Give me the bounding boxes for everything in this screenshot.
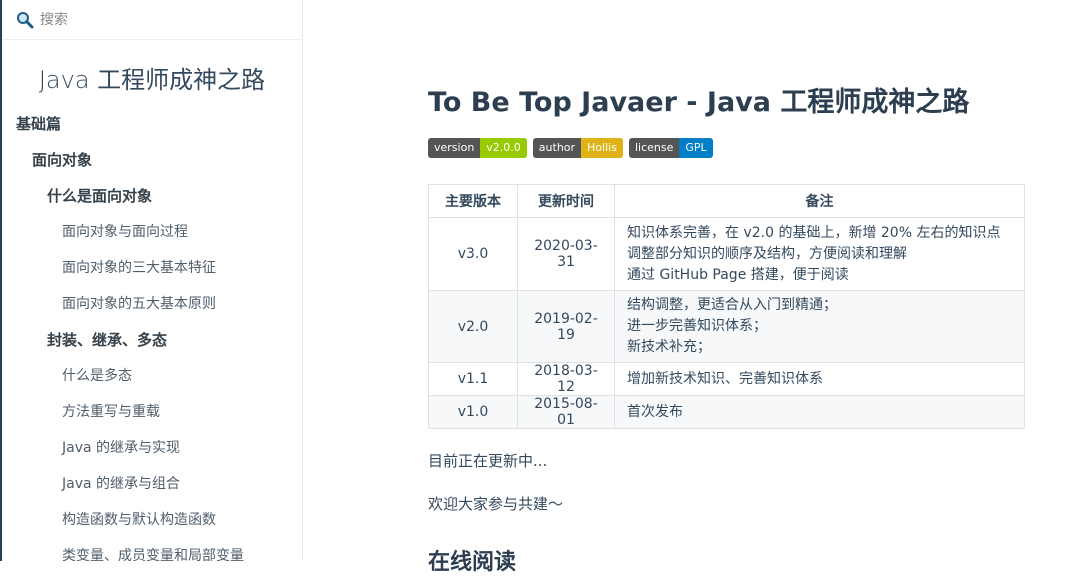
note-line: 结构调整，更适合从入门到精通； <box>627 297 837 313</box>
sidebar-item[interactable]: 什么是面向对象 <box>2 178 302 214</box>
invite-paragraph: 欢迎大家参与共建～ <box>428 495 564 513</box>
version-cell: v3.0 <box>428 217 518 291</box>
license-badge: license GPL <box>628 138 713 158</box>
note-line: 调整部分知识的顺序及结构，方便阅读和理解 <box>627 245 907 262</box>
sidebar-item[interactable]: 方法重写与重载 <box>2 394 302 430</box>
badge-value: Hollis <box>581 138 623 158</box>
table-header: 备注 <box>614 184 1025 218</box>
version-cell: v2.0 <box>428 290 518 363</box>
sidebar-item[interactable]: 构造函数与默认构造函数 <box>2 502 302 538</box>
notes-cell: 知识体系完善，在 v2.0 的基础上，新增 20% 左右的知识点 调整部分知识的… <box>614 217 1025 291</box>
notes-cell: 结构调整，更适合从入门到精通； 进一步完善知识体系； 新技术补充； <box>614 290 1025 363</box>
table-row: v3.0 2020-03-31 知识体系完善，在 v2.0 的基础上，新增 20… <box>428 217 1025 291</box>
sidebar-item[interactable]: 类变量、成员变量和局部变量 <box>2 538 302 561</box>
status-paragraph: 目前正在更新中... <box>428 452 548 470</box>
sidebar-item[interactable]: 面向对象 <box>2 142 302 178</box>
sidebar-item[interactable]: Java 的继承与组合 <box>2 466 302 502</box>
section-heading: 在线阅读 <box>428 550 517 575</box>
sidebar-item[interactable]: 基础篇 <box>2 106 302 142</box>
sidebar-item[interactable]: 封装、继承、多态 <box>2 322 302 358</box>
table-header: 更新时间 <box>517 184 615 218</box>
notes-cell: 首次发布 <box>614 395 1025 429</box>
date-cell: 2019-02-19 <box>517 290 615 363</box>
table-header: 主要版本 <box>428 184 518 218</box>
badge-key: author <box>532 138 582 158</box>
sidebar-item[interactable]: 面向对象的三大基本特征 <box>2 250 302 286</box>
badge-key: license <box>628 138 680 158</box>
note-line: 进一步完善知识体系； <box>627 318 767 334</box>
table-row: v1.0 2015-08-01 首次发布 <box>428 395 1025 429</box>
badge-value: v2.0.0 <box>480 138 527 158</box>
author-badge: author Hollis <box>532 138 623 158</box>
page-title: To Be Top Javaer - Java 工程师成神之路 <box>428 87 970 118</box>
sidebar-nav: 基础篇 面向对象 什么是面向对象 面向对象与面向过程 面向对象的三大基本特征 面… <box>2 106 302 561</box>
date-cell: 2018-03-12 <box>517 362 615 396</box>
app-name[interactable]: Java 工程师成神之路 <box>2 64 302 96</box>
note-line: 通过 GitHub Page 搭建，便于阅读 <box>627 266 849 283</box>
sidebar: Java 工程师成神之路 基础篇 面向对象 什么是面向对象 面向对象与面向过程 … <box>0 0 303 561</box>
note-line: 知识体系完善，在 v2.0 的基础上，新增 20% 左右的知识点 <box>627 224 1001 241</box>
table-header-row: 主要版本 更新时间 备注 <box>428 184 1025 218</box>
search-icon <box>16 11 34 29</box>
sidebar-item[interactable]: Java 的继承与实现 <box>2 430 302 466</box>
version-badge: version v2.0.0 <box>428 138 527 158</box>
sidebar-item[interactable]: 什么是多态 <box>2 358 302 394</box>
version-table: 主要版本 更新时间 备注 v3.0 2020-03-31 知识体系完善，在 v2… <box>428 184 1025 429</box>
badge-value: GPL <box>679 138 713 158</box>
date-cell: 2020-03-31 <box>517 217 615 291</box>
badge-key: version <box>428 138 481 158</box>
note-line: 新技术补充； <box>627 339 711 355</box>
note-line: 增加新技术知识、完善知识体系 <box>627 370 823 387</box>
notes-cell: 增加新技术知识、完善知识体系 <box>614 362 1025 396</box>
date-cell: 2015-08-01 <box>517 395 615 429</box>
badge-row: version v2.0.0 author Hollis license GPL <box>428 138 713 158</box>
table-row: v1.1 2018-03-12 增加新技术知识、完善知识体系 <box>428 362 1025 396</box>
table-row: v2.0 2019-02-19 结构调整，更适合从入门到精通； 进一步完善知识体… <box>428 290 1025 363</box>
sidebar-item[interactable]: 面向对象与面向过程 <box>2 214 302 250</box>
search-bar[interactable] <box>2 0 302 40</box>
version-cell: v1.0 <box>428 395 518 429</box>
version-cell: v1.1 <box>428 362 518 396</box>
note-line: 首次发布 <box>627 403 683 420</box>
sidebar-item[interactable]: 面向对象的五大基本原则 <box>2 286 302 322</box>
search-input[interactable] <box>40 11 260 28</box>
